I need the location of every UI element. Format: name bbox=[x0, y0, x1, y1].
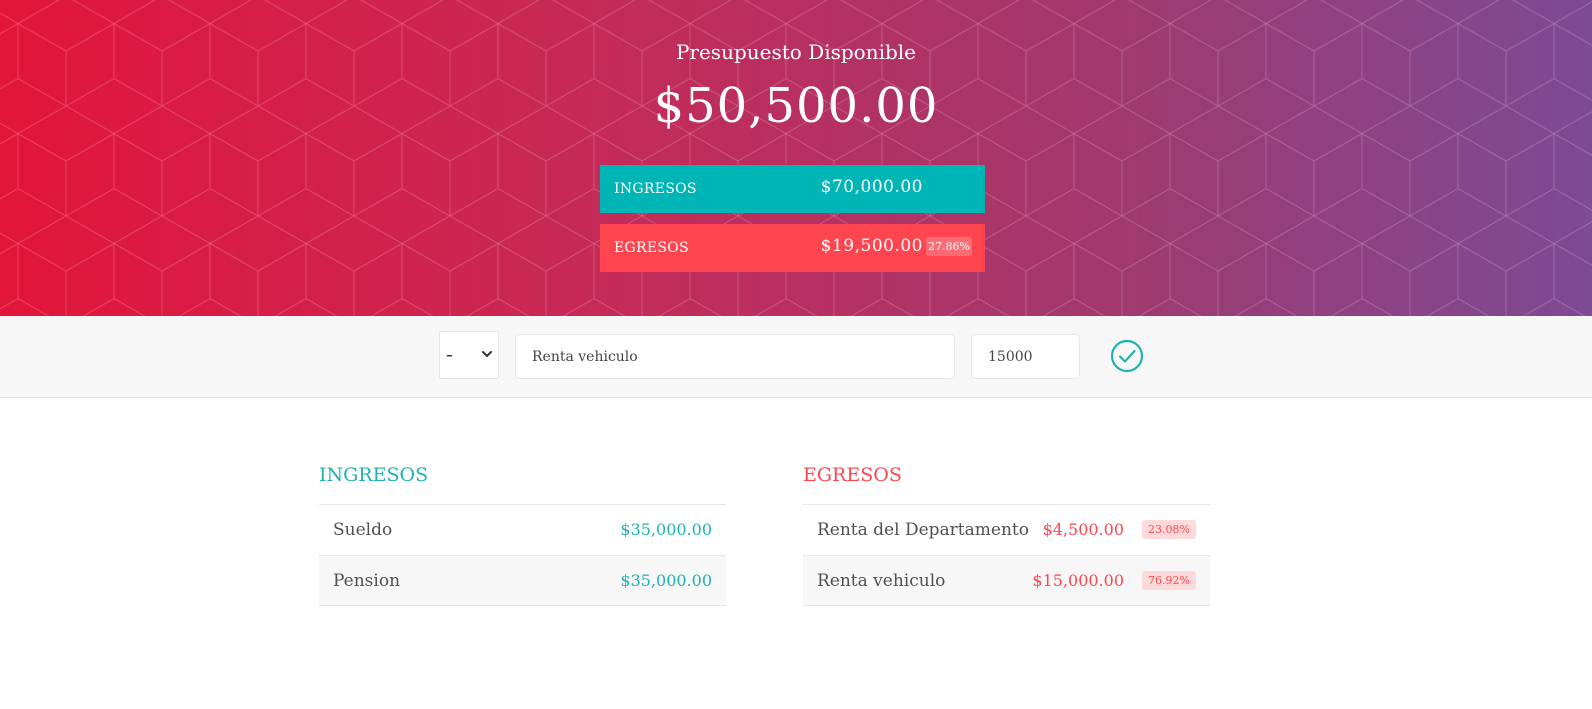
chevron-down-icon bbox=[482, 351, 492, 357]
expense-summary: EGRESOS $19,500.00 27.86% bbox=[600, 224, 985, 272]
income-summary-value: $70,000.00 bbox=[820, 177, 923, 197]
list-item: Renta del Departamento $4,500.00 23.08% bbox=[803, 504, 1210, 555]
item-value: $15,000.00 bbox=[1032, 571, 1124, 590]
add-entry-bar: - bbox=[0, 316, 1592, 398]
list-item: Pension $35,000.00 bbox=[319, 555, 726, 606]
item-description: Renta del Departamento bbox=[817, 520, 1029, 540]
type-select-value: - bbox=[446, 342, 453, 366]
item-description: Pension bbox=[333, 571, 401, 591]
budget-header: Presupuesto Disponible $50,500.00 INGRES… bbox=[0, 0, 1592, 316]
expense-summary-label: EGRESOS bbox=[614, 240, 689, 256]
check-icon[interactable] bbox=[1110, 339, 1144, 373]
list-item: Renta vehiculo $15,000.00 76.92% bbox=[803, 555, 1210, 606]
item-description: Sueldo bbox=[333, 520, 393, 540]
budget-available-value: $50,500.00 bbox=[653, 78, 939, 134]
expense-summary-value: $19,500.00 bbox=[820, 236, 923, 256]
item-percentage-badge: 23.08% bbox=[1142, 520, 1196, 539]
item-percentage-badge: 76.92% bbox=[1142, 571, 1196, 590]
expense-percentage-badge: 27.86% bbox=[926, 237, 972, 256]
expense-list-title: EGRESOS bbox=[803, 464, 902, 486]
list-item: Sueldo $35,000.00 bbox=[319, 504, 726, 555]
item-value: $4,500.00 bbox=[1042, 520, 1124, 539]
income-summary: INGRESOS $70,000.00 bbox=[600, 165, 985, 213]
item-value: $35,000.00 bbox=[620, 520, 712, 539]
budget-title: Presupuesto Disponible bbox=[675, 40, 917, 64]
income-list-title: INGRESOS bbox=[319, 464, 429, 486]
item-description: Renta vehiculo bbox=[817, 571, 946, 591]
description-input[interactable] bbox=[515, 334, 955, 379]
income-list: INGRESOS Sueldo $35,000.00 Pension $35,0… bbox=[319, 460, 726, 606]
type-select[interactable]: - bbox=[439, 331, 499, 379]
item-value: $35,000.00 bbox=[620, 571, 712, 590]
value-input[interactable] bbox=[971, 334, 1080, 379]
income-summary-label: INGRESOS bbox=[614, 181, 697, 197]
expense-list: EGRESOS Renta del Departamento $4,500.00… bbox=[803, 460, 1210, 606]
